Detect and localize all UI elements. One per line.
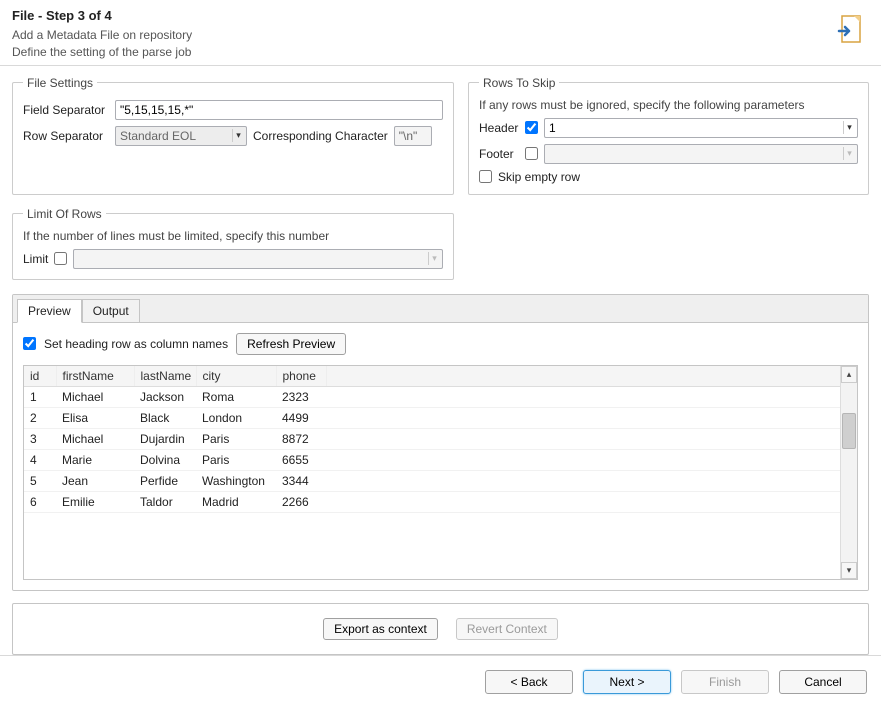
table-cell: 2266 bbox=[276, 491, 326, 512]
tab-output[interactable]: Output bbox=[82, 299, 140, 322]
rows-to-skip-hint: If any rows must be ignored, specify the… bbox=[479, 98, 858, 112]
limit-label: Limit bbox=[23, 252, 48, 266]
table-row[interactable]: 3MichaelDujardinParis8872 bbox=[24, 428, 857, 449]
back-button[interactable]: < Back bbox=[485, 670, 573, 694]
preview-output-tabs: Preview Output Set heading row as column… bbox=[12, 294, 869, 591]
wizard-header: File - Step 3 of 4 Add a Metadata File o… bbox=[0, 0, 881, 66]
table-row[interactable]: 2ElisaBlackLondon4499 bbox=[24, 407, 857, 428]
corresponding-character-input bbox=[394, 126, 432, 146]
column-header[interactable]: lastName bbox=[134, 366, 196, 387]
column-header[interactable]: phone bbox=[276, 366, 326, 387]
preview-table: id firstName lastName city phone 1Michae… bbox=[23, 365, 858, 580]
table-cell: Emilie bbox=[56, 491, 134, 512]
limit-value-input bbox=[73, 249, 443, 269]
table-cell: 6 bbox=[24, 491, 56, 512]
table-cell: 4499 bbox=[276, 407, 326, 428]
set-heading-checkbox[interactable] bbox=[23, 337, 36, 350]
set-heading-label: Set heading row as column names bbox=[44, 337, 228, 351]
table-cell: Michael bbox=[56, 428, 134, 449]
skip-empty-label: Skip empty row bbox=[498, 170, 580, 184]
footer-value-input bbox=[544, 144, 858, 164]
footer-checkbox[interactable] bbox=[525, 147, 538, 160]
limit-checkbox[interactable] bbox=[54, 252, 67, 265]
table-cell: 2 bbox=[24, 407, 56, 428]
finish-button: Finish bbox=[681, 670, 769, 694]
table-cell: Paris bbox=[196, 428, 276, 449]
table-cell: 8872 bbox=[276, 428, 326, 449]
wizard-footer: < Back Next > Finish Cancel bbox=[0, 655, 881, 708]
table-row[interactable]: 6EmilieTaldorMadrid2266 bbox=[24, 491, 857, 512]
skip-empty-checkbox[interactable] bbox=[479, 170, 492, 183]
file-settings-legend: File Settings bbox=[23, 76, 97, 90]
row-separator-select[interactable] bbox=[115, 126, 247, 146]
row-separator-label: Row Separator bbox=[23, 129, 109, 143]
column-header bbox=[326, 366, 857, 387]
file-settings-group: File Settings Field Separator Row Separa… bbox=[12, 76, 454, 195]
scrollbar-thumb[interactable] bbox=[842, 413, 856, 449]
vertical-scrollbar[interactable]: ▴ ▾ bbox=[840, 366, 857, 579]
table-cell: Paris bbox=[196, 449, 276, 470]
table-cell: Washington bbox=[196, 470, 276, 491]
scroll-up-icon[interactable]: ▴ bbox=[841, 366, 857, 383]
table-cell: 1 bbox=[24, 386, 56, 407]
field-separator-input[interactable] bbox=[115, 100, 443, 120]
column-header[interactable]: id bbox=[24, 366, 56, 387]
table-cell: Jackson bbox=[134, 386, 196, 407]
revert-context-button[interactable]: Revert Context bbox=[456, 618, 558, 640]
table-cell: Elisa bbox=[56, 407, 134, 428]
table-cell: 5 bbox=[24, 470, 56, 491]
header-label: Header bbox=[479, 121, 519, 135]
table-cell: 3 bbox=[24, 428, 56, 449]
rows-to-skip-group: Rows To Skip If any rows must be ignored… bbox=[468, 76, 869, 195]
tab-preview[interactable]: Preview bbox=[17, 299, 82, 323]
table-cell: Taldor bbox=[134, 491, 196, 512]
table-row[interactable]: 5JeanPerfideWashington3344 bbox=[24, 470, 857, 491]
table-cell: Madrid bbox=[196, 491, 276, 512]
column-header[interactable]: firstName bbox=[56, 366, 134, 387]
table-cell: Jean bbox=[56, 470, 134, 491]
next-button[interactable]: Next > bbox=[583, 670, 671, 694]
table-cell: 2323 bbox=[276, 386, 326, 407]
table-cell: 3344 bbox=[276, 470, 326, 491]
limit-legend: Limit Of Rows bbox=[23, 207, 106, 221]
table-cell: Roma bbox=[196, 386, 276, 407]
cancel-button[interactable]: Cancel bbox=[779, 670, 867, 694]
refresh-preview-button[interactable]: Refresh Preview bbox=[236, 333, 346, 355]
scroll-down-icon[interactable]: ▾ bbox=[841, 562, 857, 579]
table-cell: Marie bbox=[56, 449, 134, 470]
header-value-input[interactable] bbox=[544, 118, 858, 138]
table-row[interactable]: 4MarieDolvinaParis6655 bbox=[24, 449, 857, 470]
table-cell: Black bbox=[134, 407, 196, 428]
field-separator-label: Field Separator bbox=[23, 103, 109, 117]
wizard-title: File - Step 3 of 4 bbox=[12, 8, 869, 23]
export-as-context-button[interactable]: Export as context bbox=[323, 618, 438, 640]
import-file-icon bbox=[835, 14, 867, 46]
table-cell: Michael bbox=[56, 386, 134, 407]
wizard-subtitle-1: Add a Metadata File on repository bbox=[12, 27, 869, 44]
table-cell: Dolvina bbox=[134, 449, 196, 470]
context-export-panel: Export as context Revert Context bbox=[12, 603, 869, 655]
table-cell: London bbox=[196, 407, 276, 428]
table-cell: Dujardin bbox=[134, 428, 196, 449]
limit-of-rows-group: Limit Of Rows If the number of lines mus… bbox=[12, 207, 454, 280]
table-row[interactable]: 1MichaelJacksonRoma2323 bbox=[24, 386, 857, 407]
corresponding-character-label: Corresponding Character bbox=[253, 129, 388, 143]
table-cell: 6655 bbox=[276, 449, 326, 470]
table-cell: Perfide bbox=[134, 470, 196, 491]
rows-to-skip-legend: Rows To Skip bbox=[479, 76, 559, 90]
column-header[interactable]: city bbox=[196, 366, 276, 387]
table-cell: 4 bbox=[24, 449, 56, 470]
footer-label: Footer bbox=[479, 147, 519, 161]
limit-hint: If the number of lines must be limited, … bbox=[23, 229, 443, 243]
wizard-subtitle-2: Define the setting of the parse job bbox=[12, 44, 869, 61]
header-checkbox[interactable] bbox=[525, 121, 538, 134]
